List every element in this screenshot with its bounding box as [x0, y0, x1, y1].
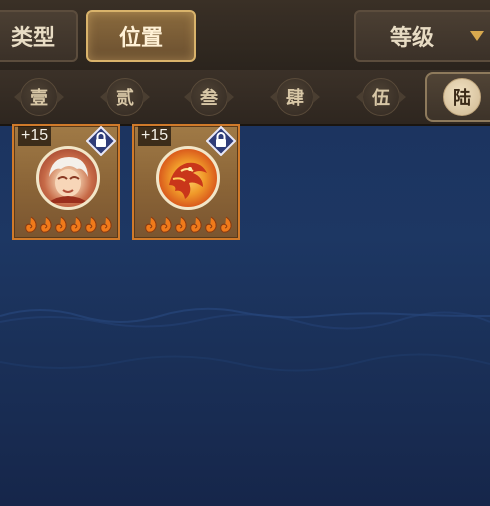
tab-position-label: 位置 — [118, 25, 163, 51]
lock-icon — [86, 126, 116, 156]
star-icon — [159, 216, 173, 234]
hero-portrait — [156, 146, 220, 210]
star-icon — [84, 216, 98, 234]
hero-enhance-level: +15 — [138, 126, 172, 146]
phoenix-icon — [169, 162, 207, 199]
tab-type-label: 类型 — [10, 25, 55, 51]
filter-position-4[interactable]: 肆 — [270, 78, 320, 116]
tab-position[interactable]: 位置 — [86, 10, 196, 62]
hero-card[interactable]: +15 — [12, 124, 120, 240]
level-dropdown-label: 等级 — [390, 25, 435, 51]
filter-position-3[interactable]: 叁 — [184, 78, 234, 116]
filter-position-6[interactable]: 陆 — [443, 78, 481, 116]
filter-label: 贰 — [116, 88, 134, 109]
filter-label: 肆 — [286, 88, 304, 109]
star-icon — [144, 216, 158, 234]
filter-position-1[interactable]: 壹 — [14, 78, 64, 116]
filter-position-5[interactable]: 伍 — [356, 78, 406, 116]
filter-label: 壹 — [30, 88, 48, 109]
hero-enhance-level: +15 — [18, 126, 52, 146]
hero-star-rating — [144, 216, 234, 234]
star-icon — [69, 216, 83, 234]
background-wave-decoration — [0, 353, 490, 372]
filter-label: 陆 — [453, 88, 471, 109]
star-icon — [219, 216, 233, 234]
position-filter-bar: 壹 贰 叁 肆 伍 陆 — [0, 70, 490, 126]
star-icon — [189, 216, 203, 234]
star-icon — [204, 216, 218, 234]
star-icon — [54, 216, 68, 234]
hero-star-rating — [24, 216, 114, 234]
filter-label: 叁 — [200, 88, 218, 109]
chevron-down-icon — [470, 31, 484, 41]
top-tab-bar: 类型 位置 等级 — [0, 0, 490, 71]
star-icon — [99, 216, 113, 234]
filter-position-2[interactable]: 贰 — [100, 78, 150, 116]
tab-type[interactable]: 类型 — [0, 10, 78, 62]
level-dropdown[interactable]: 等级 — [354, 10, 490, 62]
hero-card[interactable]: +15 — [132, 124, 240, 240]
filter-label: 伍 — [372, 88, 390, 109]
star-icon — [174, 216, 188, 234]
lock-icon — [206, 126, 236, 156]
star-icon — [24, 216, 38, 234]
hero-avatar-icon — [47, 157, 89, 203]
background-wave-decoration — [0, 307, 490, 330]
hero-portrait — [36, 146, 100, 210]
star-icon — [39, 216, 53, 234]
